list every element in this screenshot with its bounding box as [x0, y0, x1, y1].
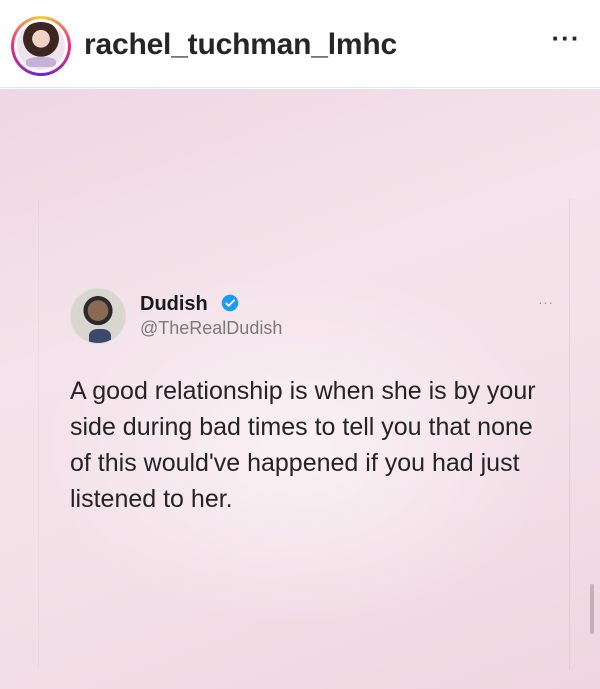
post-header: rachel_tuchman_lmhc ···	[0, 0, 600, 88]
tweet-text: A good relationship is when she is by yo…	[70, 377, 536, 513]
username-link[interactable]: rachel_tuchman_lmhc	[84, 28, 397, 62]
verified-badge-icon	[221, 294, 239, 312]
scrollbar[interactable]	[590, 584, 594, 634]
avatar-frame	[14, 19, 68, 73]
avatar-photo	[17, 22, 65, 70]
tweet-display-name: Dudish	[140, 293, 208, 315]
profile-avatar[interactable]	[11, 16, 71, 76]
tweet-avatar	[70, 288, 126, 344]
tweet-handle: @TheRealDudish	[140, 318, 283, 338]
tweet-more-icon: ···	[538, 294, 554, 310]
more-options-icon[interactable]: ···	[546, 25, 586, 52]
